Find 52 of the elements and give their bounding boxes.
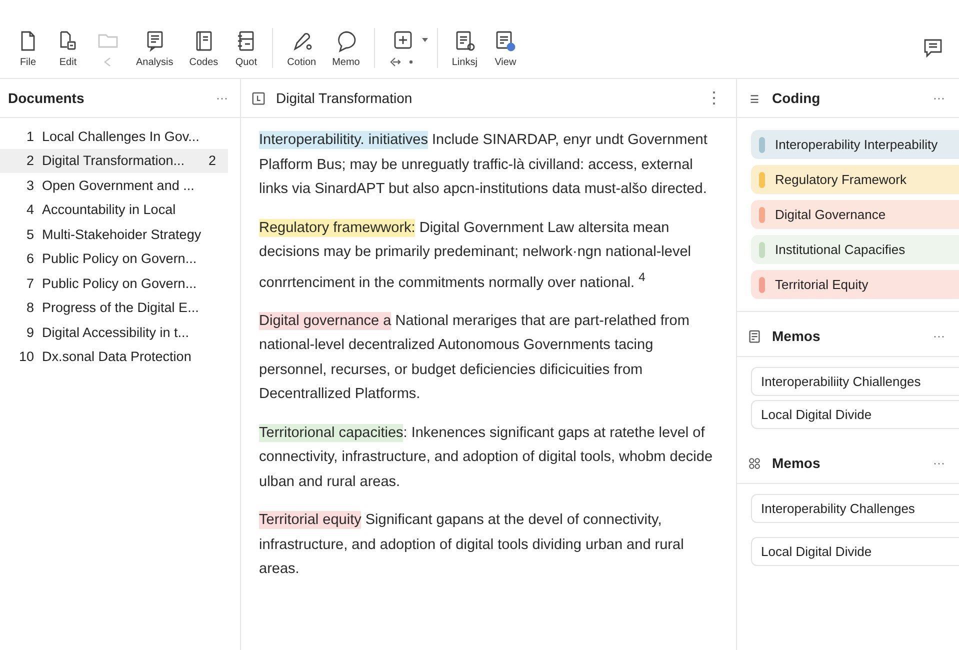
- toolbar-button[interactable]: Cotion: [281, 28, 322, 68]
- panel-title: Documents: [8, 90, 84, 106]
- document-title: Digital Transformation: [276, 90, 412, 106]
- panel-title: Coding: [772, 90, 820, 106]
- document-item[interactable]: 6 Public Policy on Govern...: [0, 246, 228, 271]
- more-button[interactable]: ···: [212, 91, 232, 105]
- more-button[interactable]: ···: [929, 329, 949, 343]
- code-label: Regulatory Framework: [775, 172, 906, 187]
- toolbar-button[interactable]: Edit: [50, 28, 86, 68]
- document-paragraph: Territorional capacities: Inkenences significant gaps at ratethe level of connectivity, infrastructure, and adoption of digital tools, whobm decide ulban and rural areas.: [259, 422, 714, 492]
- grid-icon: [747, 456, 762, 470]
- document-paragraph: Digital governance a National merariges that are part-relathed from national-level decentralized Autonomous Governments tacing personnel, recurses, or budget deficiencies dificicuities from Decentrallized Platforms.: [259, 310, 690, 404]
- document-paragraph: Territorial equity Significant gapans at the devel of connectivity, infrastructure, and adoption of digital tools dividing urban and rural areas.: [259, 510, 685, 580]
- code-label: Interoperability Interpeability: [775, 137, 938, 152]
- note-icon: [747, 328, 762, 344]
- document-item[interactable]: 10 Dx.sonal Data Protection: [0, 344, 228, 369]
- document-icon: [251, 90, 266, 106]
- code-item[interactable]: Regulatory Framework: [751, 165, 959, 194]
- code-item[interactable]: Digital Governance: [751, 200, 959, 229]
- document-item[interactable]: 4 Accountability in Local: [0, 198, 228, 222]
- document-item[interactable]: 5 Multi-Stakehoider Strategy: [0, 222, 228, 246]
- toolbar-button[interactable]: Codes: [183, 28, 224, 68]
- caret-icon[interactable]: [420, 36, 429, 44]
- toolbar-button[interactable]: Quot: [228, 28, 264, 68]
- code-item[interactable]: Territorial Equity: [751, 270, 959, 299]
- memo-item[interactable]: Local Digital Divide: [751, 400, 959, 429]
- code-item[interactable]: Institutional Capacifies: [751, 235, 959, 264]
- code-label: Territorial Equity: [775, 277, 868, 292]
- document-item[interactable]: 1 Local Challenges In Gov...: [0, 124, 228, 148]
- document-item[interactable]: 3 Open Government and ...: [0, 173, 228, 198]
- code-item[interactable]: Interoperability Interpeability: [751, 130, 959, 159]
- toolbar-button[interactable]: Analysis: [130, 28, 180, 68]
- more-button[interactable]: ⋮: [702, 88, 726, 108]
- toolbar-button[interactable]: View: [487, 28, 524, 68]
- memo-item[interactable]: Local Digital Divide: [751, 537, 959, 566]
- section-title: Memos: [772, 455, 820, 471]
- memo-item[interactable]: Interoperability Challenges: [751, 494, 959, 523]
- toolbar-button[interactable]: Linksj: [446, 28, 484, 68]
- document-paragraph: Regulatory framewwork: Digital Government Law altersita mean decisions may be primarily predeminant; nelwork·ngn national-level conrrtenciment in the commitments normally over national. $^{4}$: [259, 218, 692, 292]
- section-title: Memos: [772, 328, 820, 344]
- code-label: Institutional Capacifies: [775, 242, 906, 257]
- document-item[interactable]: 9 Digital Accessibility in t...: [0, 320, 228, 344]
- document-item[interactable]: 7 Public Policy on Govern...: [0, 271, 228, 296]
- document-item[interactable]: 2 Digital Transformation... 2: [0, 148, 228, 173]
- more-button[interactable]: ···: [929, 91, 949, 105]
- toolbar-button[interactable]: Memo: [326, 28, 366, 68]
- document-item[interactable]: 8 Progress of the Digital E...: [0, 296, 228, 320]
- code-label: Digital Governance: [775, 207, 886, 222]
- toolbar-button[interactable]: File: [10, 28, 46, 68]
- document-paragraph: Interoperabilitity. initiatives Include SINARDAP, enyr undt Government Plafform Bus; may be unreguatly traffic-là civilland: access, external links via SinardAPT but also apcn-institutions data must-alšo directed.: [259, 130, 708, 199]
- memo-item[interactable]: Interoperabiliity Chiallenges: [751, 367, 959, 396]
- more-button[interactable]: ···: [929, 456, 949, 470]
